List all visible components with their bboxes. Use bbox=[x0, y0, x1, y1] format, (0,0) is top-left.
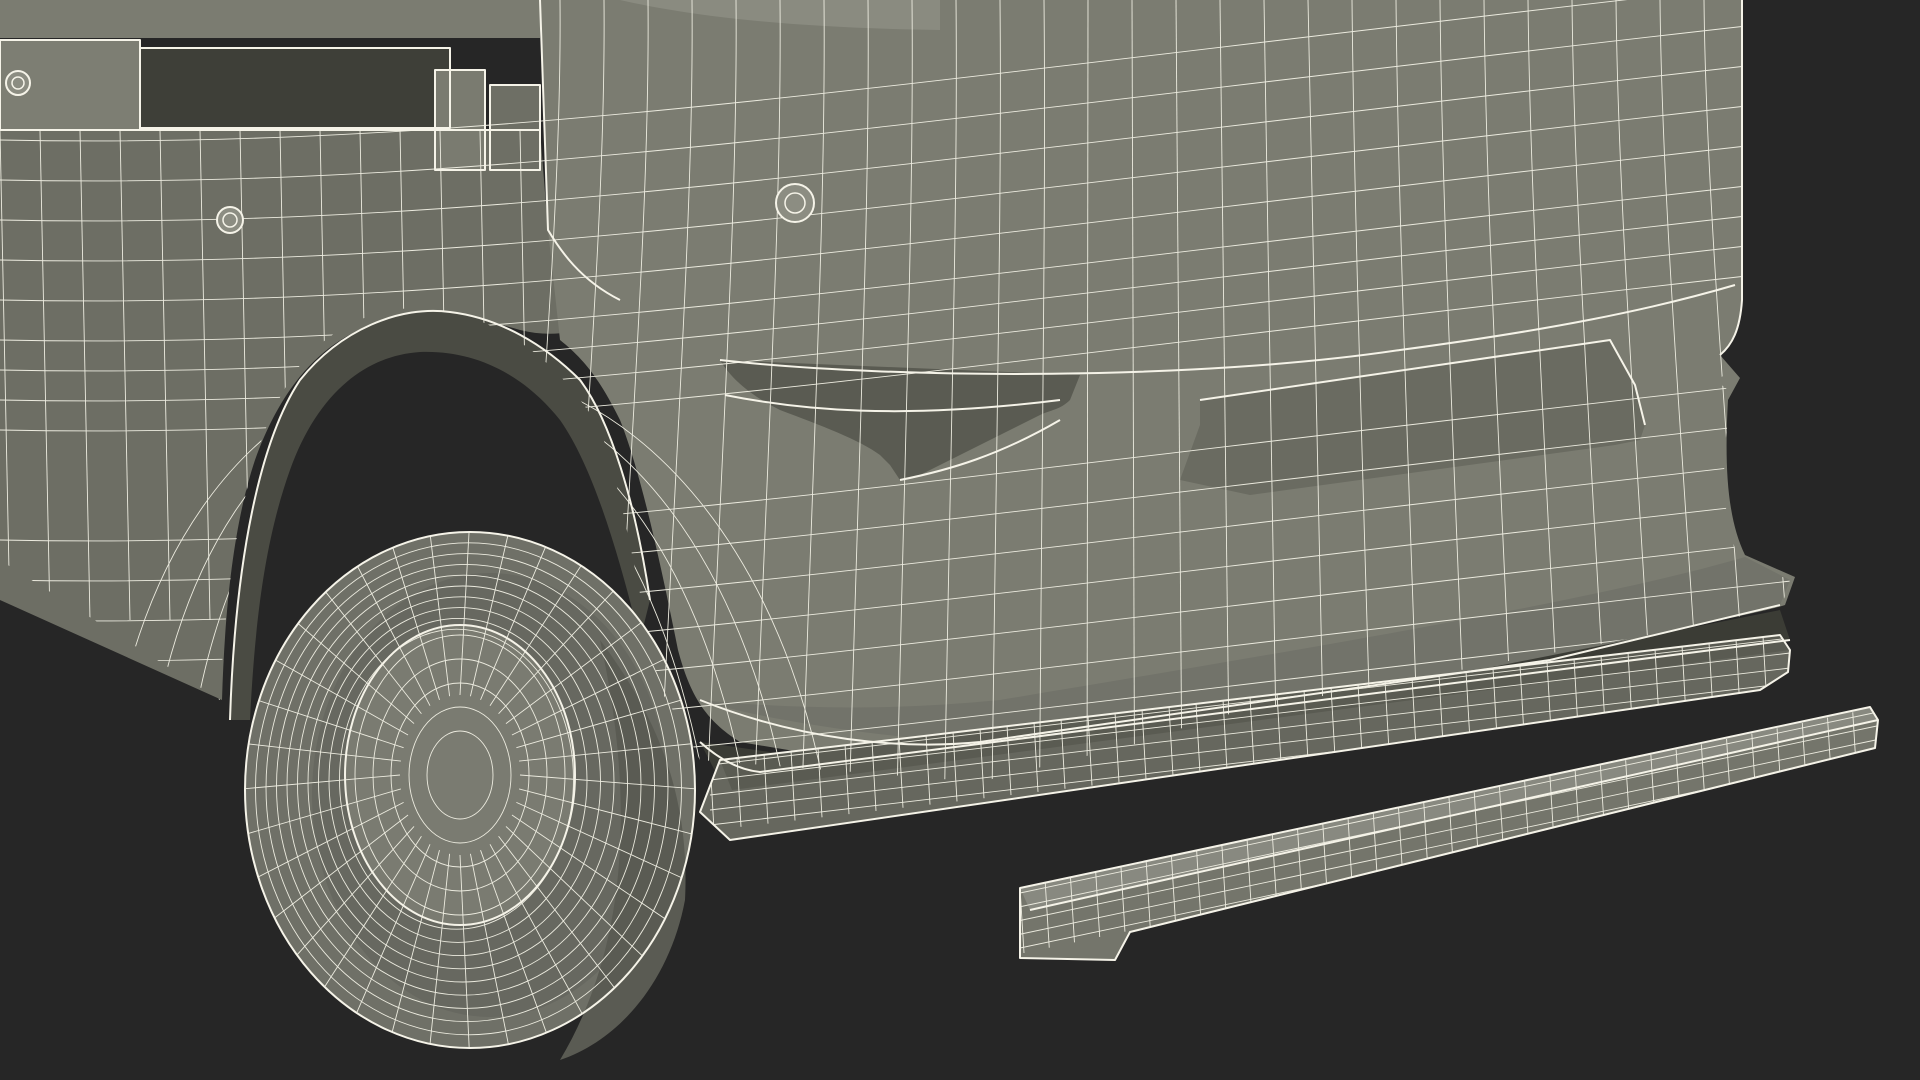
wireframe-model bbox=[0, 0, 1920, 1080]
wireframe-render-viewport bbox=[0, 0, 1920, 1080]
bolt-icon-center bbox=[775, 183, 815, 223]
bolt-icon-left bbox=[216, 206, 244, 234]
upper-panel-left bbox=[0, 0, 540, 38]
upper-slot bbox=[140, 48, 450, 128]
hub-cap bbox=[345, 625, 575, 925]
bolt-icon-top-left bbox=[5, 70, 31, 96]
bracket bbox=[435, 70, 485, 170]
bracket-latch bbox=[490, 85, 540, 170]
